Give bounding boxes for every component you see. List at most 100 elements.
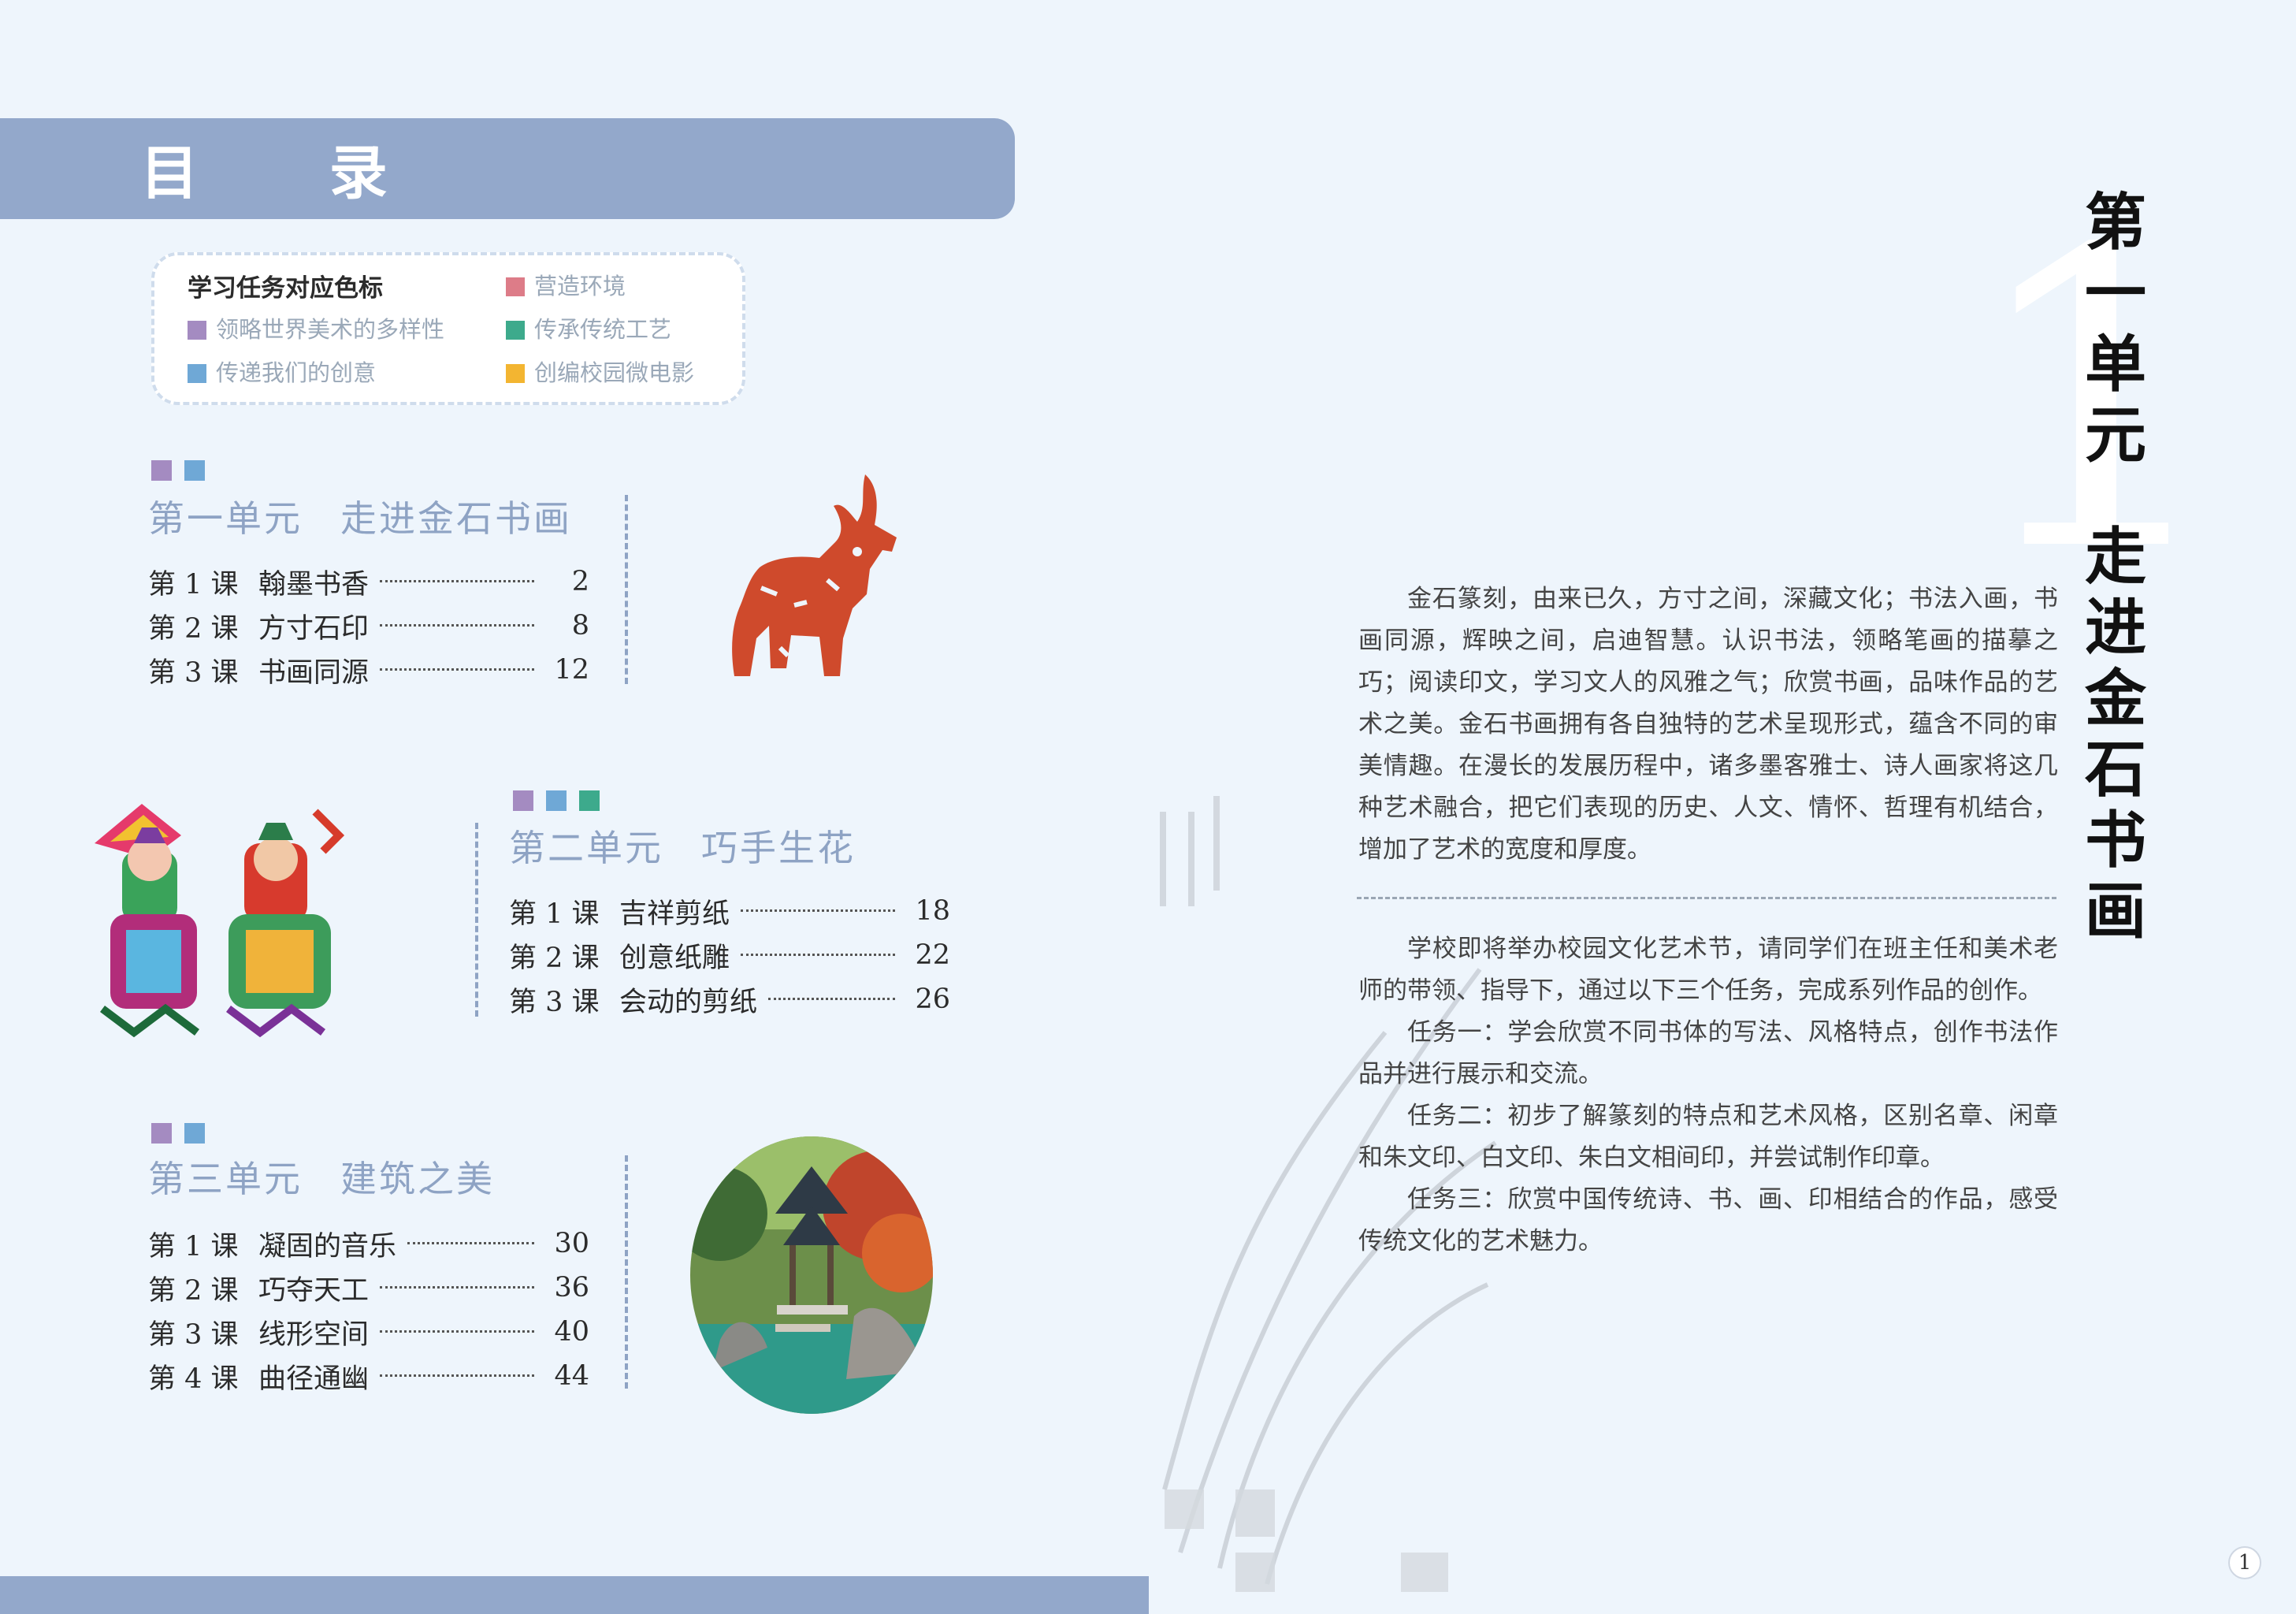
task-three-text: 任务三：欣赏中国传统诗、书、画、印相结合的作品，感受传统文化的艺术魅力。 <box>1358 1185 2058 1255</box>
unit3-divider <box>625 1155 628 1389</box>
unit2-tag-purple <box>513 790 533 811</box>
unit1-number: 第一单元 <box>148 497 303 540</box>
lesson-num: 第 3 课 <box>509 986 600 1018</box>
title-char: 书 <box>2084 805 2146 876</box>
lesson-page: 8 <box>571 610 589 642</box>
unit-vertical-title: 第 一 单 元 走 进 金 石 书 画 <box>2080 188 2151 947</box>
legend-item-craft: 传承传统工艺 <box>506 311 671 344</box>
lesson-title: 吉祥剪纸 <box>619 898 730 930</box>
unit2-divider <box>475 823 478 1017</box>
legend-item-creativity: 传递我们的创意 <box>188 355 376 388</box>
unit3-tag-purple <box>151 1123 172 1144</box>
leader-dots <box>380 1374 534 1377</box>
lesson-title: 会动的剪纸 <box>619 986 758 1018</box>
toc-row[interactable]: 第 2 课创意纸雕 22 <box>509 933 950 977</box>
legend-label: 领略世界美术的多样性 <box>216 316 445 343</box>
unit3-heading[interactable]: 第三单元 建筑之美 <box>148 1151 495 1203</box>
unit1-tag-purple <box>151 460 172 481</box>
unit3-lessons: 第 1 课凝固的音乐 30 第 2 课巧夺天工 36 第 3 课线形空间 40 第 4… <box>148 1222 589 1398</box>
toc-row[interactable]: 第 1 课翰墨书香 2 <box>148 560 589 604</box>
lesson-page: 26 <box>915 984 950 1015</box>
toc-row[interactable]: 第 3 课书画同源 12 <box>148 648 589 692</box>
tasks-paragraph: 学校即将举办校园文化艺术节，请同学们在班主任和美术老师的带领、指导下，通过以下三… <box>1358 928 2058 1263</box>
title-char: 走 <box>2084 522 2146 593</box>
lesson-title: 翰墨书香 <box>258 568 370 601</box>
section-divider <box>1357 897 2056 899</box>
legend-item-diversity: 领略世界美术的多样性 <box>188 311 444 344</box>
toc-title: 目 录 <box>140 139 443 207</box>
legend-item-film: 创编校园微电影 <box>506 355 694 388</box>
unit3-number: 第三单元 <box>148 1158 303 1200</box>
lesson-title: 线形空间 <box>258 1318 370 1351</box>
legend-swatch-green <box>506 321 525 340</box>
tasks-intro-text: 学校即将举办校园文化艺术节，请同学们在班主任和美术老师的带领、指导下，通过以下三… <box>1358 935 2058 1005</box>
lesson-title: 创意纸雕 <box>619 942 730 974</box>
legend-label: 创编校园微电影 <box>534 359 695 386</box>
unit1-lessons: 第 1 课翰墨书香 2 第 2 课方寸石印 8 第 3 课书画同源 12 <box>148 560 589 692</box>
leader-dots <box>380 623 534 627</box>
legend-swatch-pink <box>506 277 525 296</box>
title-char: 石 <box>2084 734 2146 805</box>
unit-intro-paragraph: 金石篆刻，由来已久，方寸之间，深藏文化；书法入画，书画同源，辉映之间，启迪智慧。… <box>1358 578 2058 871</box>
unit1-divider <box>625 495 628 684</box>
toc-row[interactable]: 第 1 课凝固的音乐 30 <box>148 1222 589 1266</box>
leader-dots <box>380 579 534 582</box>
legend-swatch-blue <box>188 364 206 383</box>
lesson-title: 方寸石印 <box>258 612 370 645</box>
paper-cut-opera-illustration <box>95 804 345 1038</box>
toc-row[interactable]: 第 2 课巧夺天工 36 <box>148 1266 589 1310</box>
lesson-page: 36 <box>554 1272 589 1303</box>
title-char: 一 <box>2084 258 2146 329</box>
title-char: 进 <box>2084 593 2146 664</box>
toc-row[interactable]: 第 2 课方寸石印 8 <box>148 604 589 648</box>
toc-row[interactable]: 第 1 课吉祥剪纸 18 <box>509 889 950 933</box>
unit1-heading[interactable]: 第一单元 走进金石书画 <box>148 490 572 542</box>
legend-label: 传递我们的创意 <box>216 359 377 386</box>
leader-dots <box>407 1241 534 1244</box>
legend-item-environment: 营造环境 <box>506 268 626 301</box>
leader-dots <box>741 909 895 912</box>
unit2-heading[interactable]: 第二单元 巧手生花 <box>509 820 856 872</box>
garden-pavilion-photo <box>690 1136 933 1414</box>
title-char: 单 <box>2084 329 2146 400</box>
lesson-num: 第 2 课 <box>148 1274 239 1307</box>
lesson-page: 12 <box>554 654 589 686</box>
lesson-title: 凝固的音乐 <box>258 1230 397 1263</box>
lesson-page: 22 <box>915 939 950 971</box>
lesson-page: 2 <box>571 566 589 597</box>
title-char: 金 <box>2084 664 2146 734</box>
lesson-page: 40 <box>554 1316 589 1348</box>
lesson-page: 18 <box>915 895 950 927</box>
lesson-num: 第 3 课 <box>148 656 239 689</box>
leader-dots <box>768 997 895 1000</box>
unit1-name: 走进金石书画 <box>340 497 572 540</box>
leader-dots <box>741 953 895 956</box>
task-one-text: 任务一：学会欣赏不同书体的写法、风格特点，创作书法作品并进行展示和交流。 <box>1358 1018 2058 1088</box>
legend-title: 学习任务对应色标 <box>188 274 383 303</box>
lesson-title: 书画同源 <box>258 656 370 689</box>
toc-row[interactable]: 第 3 课会动的剪纸 26 <box>509 977 950 1021</box>
unit3-name: 建筑之美 <box>340 1158 495 1200</box>
unit3-tag-blue <box>184 1123 205 1144</box>
unit2-lessons: 第 1 课吉祥剪纸 18 第 2 课创意纸雕 22 第 3 课会动的剪纸 26 <box>509 889 950 1021</box>
lesson-page: 30 <box>554 1228 589 1259</box>
toc-row[interactable]: 第 3 课线形空间 40 <box>148 1310 589 1354</box>
lesson-num: 第 1 课 <box>148 568 239 601</box>
bottom-bar <box>0 1576 1149 1614</box>
page-number: 1 <box>2228 1546 2261 1579</box>
unit2-number: 第二单元 <box>509 827 663 869</box>
lesson-num: 第 2 课 <box>148 612 239 645</box>
legend-label: 营造环境 <box>534 273 626 299</box>
title-char: 元 <box>2084 400 2146 471</box>
title-char: 画 <box>2084 876 2146 947</box>
ox-seal-illustration <box>732 474 897 676</box>
toc-row[interactable]: 第 4 课曲径通幽 44 <box>148 1354 589 1398</box>
lesson-title: 曲径通幽 <box>258 1363 370 1395</box>
lesson-page: 44 <box>554 1360 589 1392</box>
lesson-num: 第 4 课 <box>148 1363 239 1395</box>
task-two-text: 任务二：初步了解篆刻的特点和艺术风格，区别名章、闲章和朱文印、白文印、朱白文相间… <box>1358 1102 2058 1172</box>
lesson-num: 第 1 课 <box>509 898 600 930</box>
leader-dots <box>380 1285 534 1289</box>
legend-swatch-orange <box>506 364 525 383</box>
unit2-tag-blue <box>546 790 567 811</box>
